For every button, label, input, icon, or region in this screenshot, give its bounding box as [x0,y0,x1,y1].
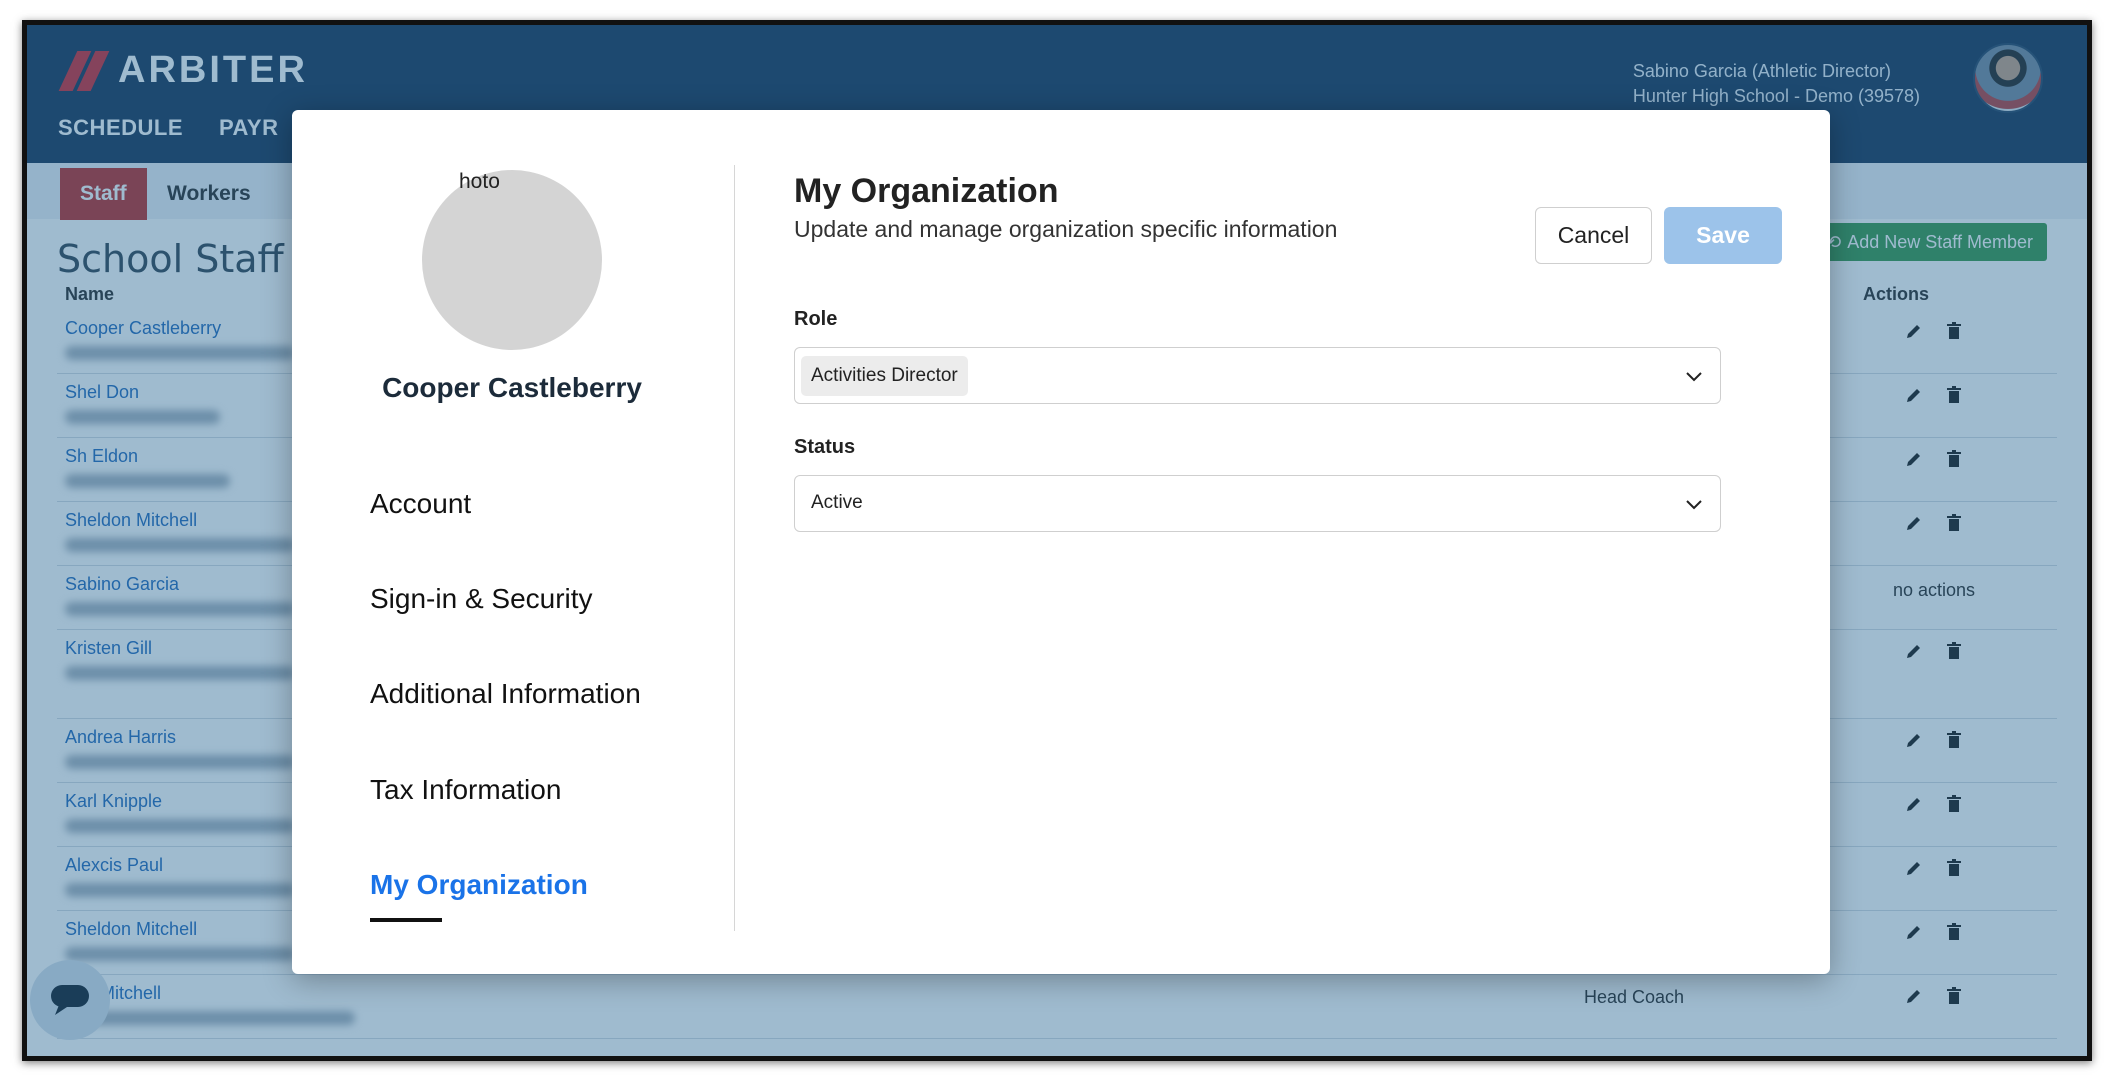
app-window: ARBITER SCHEDULE PAYR Sabino Garcia (Ath… [27,25,2087,1056]
menu-item-my-organization[interactable]: My Organization [370,869,588,901]
chevron-down-icon [1686,500,1702,510]
modal-divider [734,165,735,931]
profile-photo[interactable] [422,170,602,350]
menu-item-security[interactable]: Sign-in & Security [370,583,593,615]
profile-modal: hoto Cooper Castleberry Account Sign-in … [292,110,1830,974]
menu-item-tax-information[interactable]: Tax Information [370,774,561,806]
menu-item-account[interactable]: Account [370,488,471,520]
photo-alt-text: hoto [459,170,500,193]
active-menu-underline [370,918,442,922]
cancel-button[interactable]: Cancel [1535,207,1652,264]
section-subtitle: Update and manage organization specific … [794,216,1338,242]
profile-name: Cooper Castleberry [382,372,642,403]
save-button[interactable]: Save [1664,207,1782,264]
screenshot-frame: ARBITER SCHEDULE PAYR Sabino Garcia (Ath… [22,20,2092,1061]
role-chip[interactable]: Activities Director [801,356,968,396]
chevron-down-icon [1686,372,1702,382]
menu-item-additional-information[interactable]: Additional Information [370,678,641,710]
section-title: My Organization [794,172,1059,210]
role-label: Role [794,308,838,330]
role-select[interactable]: Activities Director [794,347,1721,404]
status-select[interactable]: Active [794,475,1721,532]
status-label: Status [794,436,856,458]
status-value: Active [811,492,863,513]
